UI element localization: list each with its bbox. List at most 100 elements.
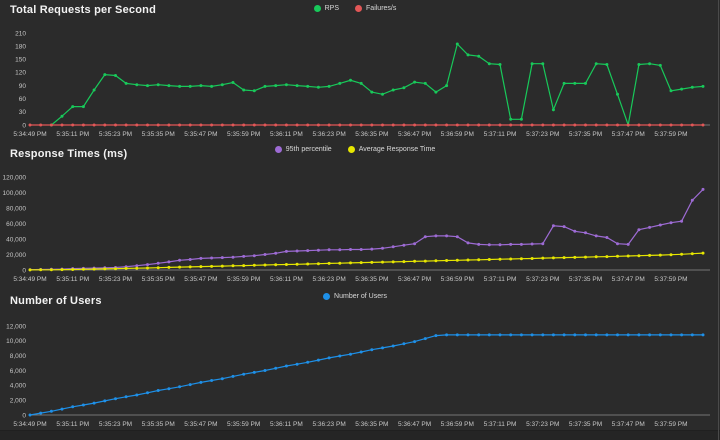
data-point — [328, 124, 331, 127]
data-point — [595, 124, 598, 127]
data-point — [296, 84, 299, 87]
data-point — [552, 108, 555, 111]
locust-charts-page: Total Requests per Second RPSFailures/s … — [0, 0, 720, 440]
legend-dot-average-response-time — [348, 146, 355, 153]
data-point — [637, 63, 640, 66]
data-point — [381, 93, 384, 96]
data-point — [135, 394, 138, 397]
data-point — [445, 124, 448, 127]
data-point — [199, 265, 202, 268]
data-point — [541, 257, 544, 260]
data-point — [370, 124, 373, 127]
x-tick-label: 5:37:47 PM — [612, 131, 645, 138]
data-point — [360, 82, 363, 85]
data-point — [39, 412, 42, 415]
data-point — [157, 83, 160, 86]
data-point — [253, 124, 256, 127]
data-point — [370, 261, 373, 264]
data-point — [670, 253, 673, 256]
x-tick-label: 5:35:47 PM — [184, 276, 217, 283]
data-point — [82, 105, 85, 108]
data-point — [499, 333, 502, 336]
legend-item-95th-percentile[interactable]: 95th percentile — [275, 146, 332, 153]
chart-section-response-times: Response Times (ms) 95th percentileAvera… — [0, 140, 720, 290]
data-point — [424, 124, 427, 127]
data-point — [232, 375, 235, 378]
x-tick-label: 5:35:59 PM — [227, 421, 260, 428]
x-tick-label: 5:35:59 PM — [227, 276, 260, 283]
x-tick-label: 5:36:11 PM — [270, 131, 303, 138]
data-point — [648, 124, 651, 127]
y-tick-label: 60 — [19, 96, 27, 103]
data-point — [573, 230, 576, 233]
data-point — [189, 124, 192, 127]
y-tick-label: 120,000 — [3, 174, 27, 181]
data-point — [146, 124, 149, 127]
y-tick-label: 4,000 — [10, 383, 27, 390]
data-point — [680, 124, 683, 127]
data-point — [402, 260, 405, 263]
data-point — [349, 248, 352, 251]
data-point — [50, 124, 53, 127]
data-point — [338, 248, 341, 251]
data-point — [264, 85, 267, 88]
legend-item-failures-s[interactable]: Failures/s — [355, 5, 396, 12]
data-point — [178, 259, 181, 262]
legend-item-rps[interactable]: RPS — [314, 5, 339, 12]
data-point — [114, 124, 117, 127]
x-tick-label: 5:36:47 PM — [398, 276, 431, 283]
data-point — [146, 84, 149, 87]
data-point — [424, 260, 427, 263]
data-point — [541, 333, 544, 336]
users-chart-plot[interactable]: 02,0004,0006,0008,00010,00012,0005:34:49… — [0, 290, 720, 440]
data-point — [210, 379, 213, 382]
data-point — [264, 253, 267, 256]
data-point — [402, 124, 405, 127]
data-point — [178, 266, 181, 269]
data-point — [467, 333, 470, 336]
data-point — [573, 82, 576, 85]
data-point — [338, 124, 341, 127]
data-point — [157, 262, 160, 265]
data-point — [210, 85, 213, 88]
data-point — [178, 385, 181, 388]
data-point — [595, 333, 598, 336]
data-point — [467, 241, 470, 244]
data-point — [445, 234, 448, 237]
legend-item-average-response-time[interactable]: Average Response Time — [348, 146, 436, 153]
legend-item-number-of-users[interactable]: Number of Users — [323, 293, 387, 300]
data-point — [680, 220, 683, 223]
data-point — [595, 62, 598, 65]
rps-chart-plot[interactable]: 03060901201501802105:34:49 PM5:35:11 PM5… — [0, 0, 720, 140]
data-point — [509, 118, 512, 121]
data-point — [659, 254, 662, 257]
x-tick-label: 5:36:23 PM — [312, 131, 345, 138]
x-tick-label: 5:37:35 PM — [569, 276, 602, 283]
data-point — [573, 256, 576, 259]
data-point — [274, 367, 277, 370]
data-point — [114, 397, 117, 400]
response-times-chart-plot[interactable]: 020,00040,00060,00080,000100,000120,0005… — [0, 140, 720, 290]
data-point — [103, 124, 106, 127]
data-point — [232, 256, 235, 259]
y-tick-label: 0 — [22, 412, 26, 419]
data-point — [264, 369, 267, 372]
data-point — [189, 265, 192, 268]
data-point — [488, 243, 491, 246]
data-point — [659, 224, 662, 227]
y-tick-label: 210 — [15, 30, 26, 37]
data-point — [680, 333, 683, 336]
data-point — [381, 346, 384, 349]
data-point — [210, 265, 213, 268]
data-point — [520, 333, 523, 336]
data-point — [702, 188, 705, 191]
y-tick-label: 12,000 — [6, 323, 26, 330]
data-point — [93, 89, 96, 92]
data-point — [434, 259, 437, 262]
data-point — [306, 124, 309, 127]
data-point — [381, 124, 384, 127]
data-point — [242, 255, 245, 258]
data-point — [413, 242, 416, 245]
data-point — [199, 84, 202, 87]
data-point — [370, 348, 373, 351]
